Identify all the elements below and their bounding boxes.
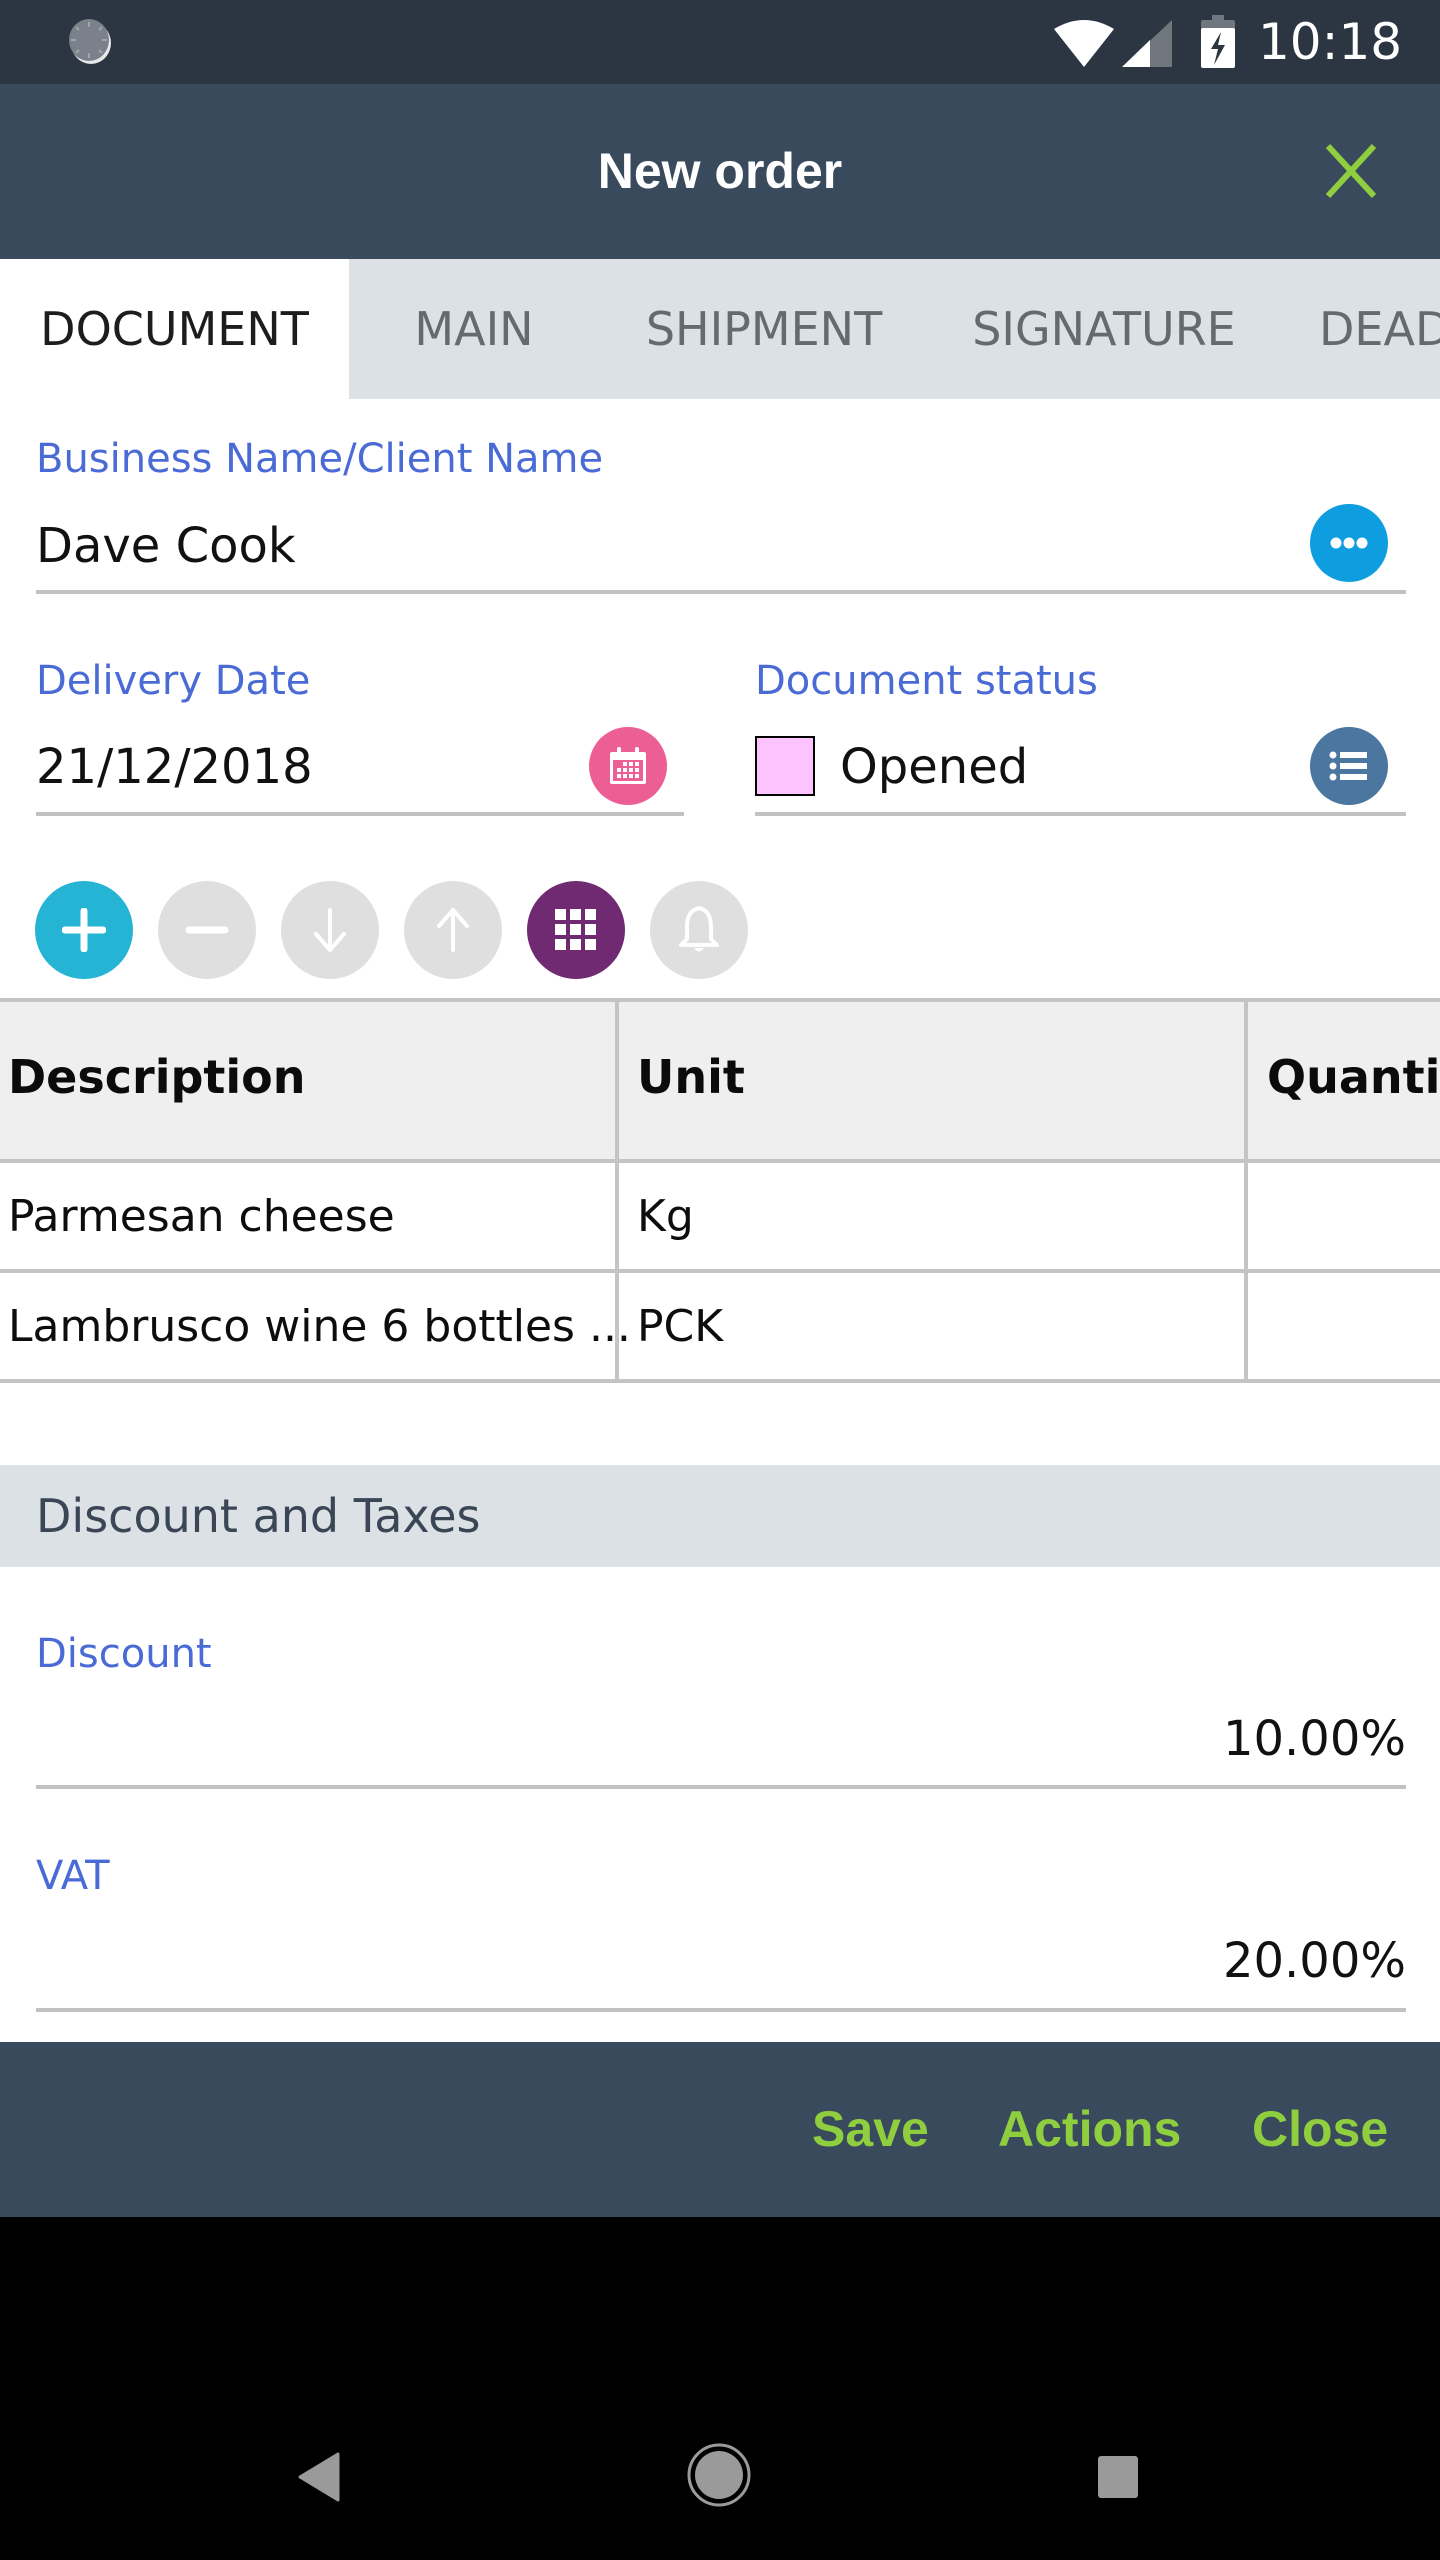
discount-field[interactable]: 10.00%: [36, 1710, 1406, 1768]
column-header-description[interactable]: Description: [8, 1050, 306, 1104]
delivery-date-underline: [36, 812, 684, 816]
document-status-underline: [755, 812, 1406, 816]
actions-button[interactable]: Actions: [998, 2042, 1181, 2217]
grid-icon: [555, 909, 596, 950]
recents-icon[interactable]: [1097, 2455, 1139, 2499]
plus-icon: [62, 908, 106, 952]
document-status-label: Document status: [755, 658, 1098, 704]
battery-charging-icon: [1201, 15, 1235, 68]
vat-label: VAT: [36, 1853, 110, 1899]
table-border: [0, 998, 1440, 1002]
close-button[interactable]: Close: [1252, 2042, 1388, 2217]
more-dots-icon: [1330, 537, 1368, 549]
close-icon[interactable]: [1320, 140, 1382, 202]
delivery-date-label: Delivery Date: [36, 658, 311, 704]
delivery-date-field[interactable]: 21/12/2018: [36, 738, 536, 796]
client-name-label: Business Name/Client Name: [36, 436, 604, 482]
tab-signature[interactable]: SIGNATURE: [929, 259, 1279, 399]
calendar-icon: [610, 747, 646, 784]
client-name-field[interactable]: Dave Cook: [36, 517, 1236, 575]
client-name-underline: [36, 590, 1406, 594]
back-icon[interactable]: [298, 2452, 342, 2502]
home-icon[interactable]: [686, 2442, 752, 2508]
cell-description: Parmesan cheese: [8, 1191, 395, 1242]
calendar-button[interactable]: [589, 727, 667, 805]
table-row[interactable]: Lambrusco wine 6 bottles ... PCK: [0, 1273, 1440, 1379]
tab-shipment[interactable]: SHIPMENT: [599, 259, 929, 399]
wifi-icon: [1054, 20, 1114, 67]
grid-view-button[interactable]: [527, 881, 625, 979]
cell-description: Lambrusco wine 6 bottles ...: [8, 1301, 631, 1352]
arrow-down-icon: [314, 908, 346, 952]
client-lookup-button[interactable]: [1310, 504, 1388, 582]
column-header-unit[interactable]: Unit: [637, 1050, 745, 1104]
move-up-button[interactable]: [404, 881, 502, 979]
list-icon: [1329, 751, 1367, 781]
vat-underline: [36, 2008, 1406, 2012]
tab-bar: DOCUMENT MAIN SHIPMENT SIGNATURE DEAD: [0, 259, 1440, 399]
column-header-quantity[interactable]: Quantity: [1267, 1050, 1440, 1104]
save-button[interactable]: Save: [812, 2042, 929, 2217]
cell-signal-icon: [1122, 20, 1172, 67]
discount-label: Discount: [36, 1631, 212, 1677]
page-title: New order: [597, 143, 843, 199]
table-row[interactable]: Parmesan cheese Kg: [0, 1163, 1440, 1269]
clock: 10:18: [1258, 13, 1403, 71]
table-border: [0, 1379, 1440, 1383]
status-list-button[interactable]: [1310, 727, 1388, 805]
navigation-bar: [0, 2217, 1440, 2560]
discount-underline: [36, 1785, 1406, 1789]
minus-icon: [185, 926, 229, 934]
arrow-up-icon: [437, 908, 469, 952]
tab-deadline[interactable]: DEAD: [1279, 259, 1440, 399]
order-lines-table: Description Unit Quantity Parmesan chees…: [0, 998, 1440, 1383]
bell-icon: [679, 906, 719, 952]
status-color-swatch: [755, 736, 815, 796]
section-title: Discount and Taxes: [36, 1489, 481, 1543]
move-down-button[interactable]: [281, 881, 379, 979]
loading-indicator-icon: [69, 19, 111, 64]
notification-button[interactable]: [650, 881, 748, 979]
vat-field[interactable]: 20.00%: [36, 1932, 1406, 1990]
tab-main[interactable]: MAIN: [349, 259, 599, 399]
document-status-field[interactable]: Opened: [840, 738, 1240, 796]
add-row-button[interactable]: [35, 881, 133, 979]
cell-unit: Kg: [637, 1191, 694, 1242]
cell-unit: PCK: [637, 1301, 724, 1352]
footer-bar: [0, 2042, 1440, 2217]
tab-document[interactable]: DOCUMENT: [0, 259, 349, 399]
remove-row-button[interactable]: [158, 881, 256, 979]
